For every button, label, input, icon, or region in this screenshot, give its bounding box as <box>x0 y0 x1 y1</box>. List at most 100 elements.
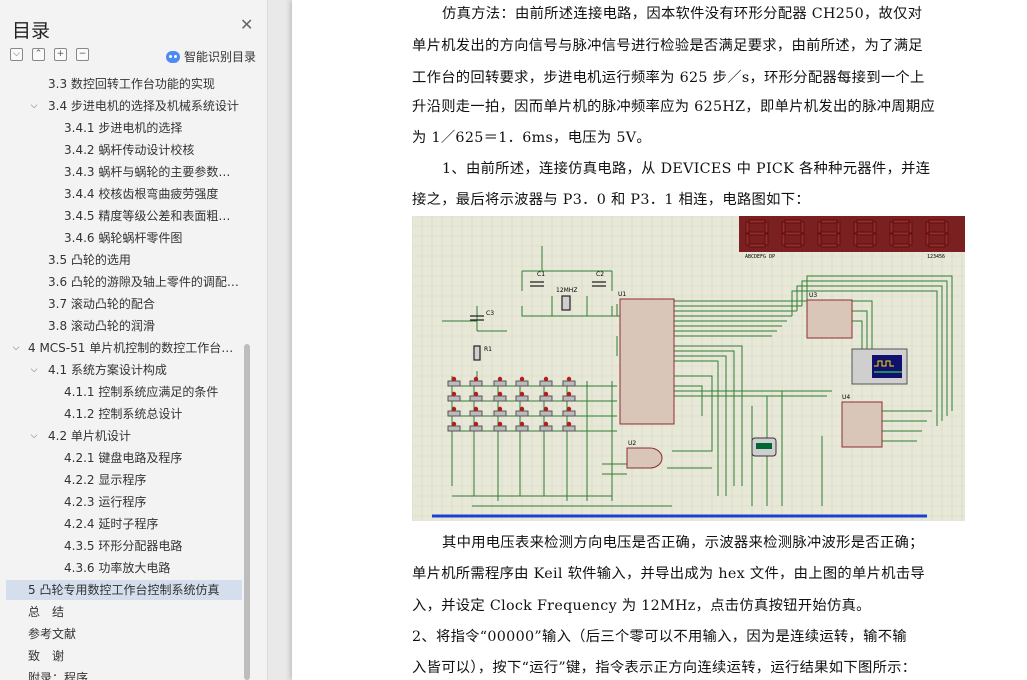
toc-item-label: 3.8 滚动凸轮的润滑 <box>48 319 155 333</box>
toc-item-label: 3.4.4 校核齿根弯曲疲劳强度 <box>64 187 219 201</box>
crystal-label: 12MHZ <box>556 287 577 294</box>
toc-item[interactable]: ⌵ 4.2 单片机设计 <box>6 426 242 446</box>
toc-scrollbar[interactable] <box>244 344 250 680</box>
chevron-down-icon[interactable]: ⌵ <box>28 360 40 380</box>
toc-item-label: 4.1.1 控制系统应满足的条件 <box>64 385 219 399</box>
toc-item[interactable]: 4.1.2 控制系统总设计 <box>6 404 242 424</box>
toc-item-label: 3.6 凸轮的游隙及轴上零件的调配与固定 <box>48 275 242 289</box>
toc-item[interactable]: 3.5 凸轮的选用 <box>6 250 242 270</box>
expand-icon[interactable]: + <box>54 48 67 61</box>
toc-item[interactable]: 5 凸轮专用数控工作台控制系统仿真 <box>6 580 242 600</box>
toc-item[interactable]: ⌵ 4.1 系统方案设计构成 <box>6 360 242 380</box>
toc-item[interactable]: ⌵ 3.4 步进电机的选择及机械系统设计 <box>6 96 242 116</box>
toc-item-label: 4.2.4 延时子程序 <box>64 517 159 531</box>
close-icon[interactable]: ✕ <box>240 17 254 33</box>
toc-item-label: 4.2.3 运行程序 <box>64 495 147 509</box>
collapse-icon[interactable]: − <box>76 48 89 61</box>
toc-item[interactable]: ⌵ 4 MCS-51 单片机控制的数控工作台系统设计 <box>6 338 242 358</box>
collapse-all-icon[interactable]: ⌵ <box>10 48 23 61</box>
document-page: 仿真方法：由前所述连接电路，因本软件没有环形分配器 CH250，故仅对 单片机发… <box>292 0 1027 680</box>
smart-toc-button[interactable]: 智能识别目录 <box>166 48 256 65</box>
toc-item-label: 3.4.5 精度等级公差和表面粗糙度的确定 <box>64 209 242 223</box>
toc-item-label: 4 MCS-51 单片机控制的数控工作台系统设计 <box>28 341 242 355</box>
driver-chip-u4 <box>841 401 883 448</box>
toc-item-label: 4.3.6 功率放大电路 <box>64 561 171 575</box>
toc-item[interactable]: 3.4.2 蜗杆传动设计校核 <box>6 140 242 160</box>
paragraph-line: 其中用电压表来检测方向电压是否正确，示波器来检测脉冲波形是否正确； <box>442 535 924 551</box>
toc-item[interactable]: 附录：程序 <box>6 668 242 680</box>
chevron-down-icon[interactable]: ⌵ <box>10 338 22 358</box>
toc-item[interactable]: 3.6 凸轮的游隙及轴上零件的调配与固定 <box>6 272 242 292</box>
c3-label: C3 <box>486 310 494 317</box>
toc-item[interactable]: 3.4.1 步进电机的选择 <box>6 118 242 138</box>
toc-item[interactable]: 4.3.6 功率放大电路 <box>6 558 242 578</box>
toc-item[interactable]: 3.4.6 蜗轮蜗杆零件图 <box>6 228 242 248</box>
display-pin-label: 123456 <box>927 254 945 260</box>
decoder-chip-u3 <box>806 299 853 339</box>
paragraph-line: 入，并设定 Clock Frequency 为 12MHz，点击仿真按钮开始仿真… <box>412 598 871 614</box>
smart-toc-label: 智能识别目录 <box>184 50 257 64</box>
toc-item-label: 3.4.2 蜗杆传动设计校核 <box>64 143 195 157</box>
toc-item-label: 4.2.2 显示程序 <box>64 473 147 487</box>
toc-item[interactable]: 总 结 <box>6 602 242 622</box>
paragraph-line: 1、由前所述，连接仿真电路，从 DEVICES 中 PICK 各种种元器件，并连 <box>442 161 931 177</box>
toc-sidebar: 目录 ✕ ⌵ ⌃ + − 智能识别目录 3.3 数控回转工作台功能的实现 ⌵ 3.4… <box>0 0 268 680</box>
toc-item[interactable]: 参考文献 <box>6 624 242 644</box>
toc-item-label: 3.4.1 步进电机的选择 <box>64 121 183 135</box>
toc-list: 3.3 数控回转工作台功能的实现 ⌵ 3.4 步进电机的选择及机械系统设计 3.4.1… <box>6 74 262 680</box>
paragraph-line: 接之，最后将示波器与 P3．0 和 P3．1 相连，电路图如下： <box>412 192 810 208</box>
toc-item[interactable]: 3.7 滚动凸轮的配合 <box>6 294 242 314</box>
toc-item-label: 3.4.3 蜗杆与蜗轮的主要参数与几何尺寸 <box>64 165 242 179</box>
ai-icon <box>166 50 180 63</box>
c1-label: C1 <box>537 271 545 278</box>
toc-item-label: 4.1.2 控制系统总设计 <box>64 407 183 421</box>
toc-item[interactable]: 3.8 滚动凸轮的润滑 <box>6 316 242 336</box>
toc-item[interactable]: 4.2.4 延时子程序 <box>6 514 242 534</box>
display-pin-label: ABCDEFG DP <box>745 254 775 260</box>
toc-item-label: 4.1 系统方案设计构成 <box>48 363 167 377</box>
u3-label: U3 <box>809 292 817 299</box>
toc-item[interactable]: 4.2.3 运行程序 <box>6 492 242 512</box>
toc-item[interactable]: 4.3.5 环形分配器电路 <box>6 536 242 556</box>
circuit-diagram: ABCDEFG DP 123456 U1 U3 U4 U2 C1 C2 12MH… <box>412 216 965 521</box>
toc-item-label: 3.5 凸轮的选用 <box>48 253 131 267</box>
c2-label: C2 <box>596 271 604 278</box>
mcu-chip <box>619 298 675 425</box>
toc-item-label: 附录：程序 <box>28 671 89 680</box>
toc-item[interactable]: 3.4.5 精度等级公差和表面粗糙度的确定 <box>6 206 242 226</box>
expand-up-icon[interactable]: ⌃ <box>32 48 45 61</box>
u1-label: U1 <box>618 291 626 298</box>
paragraph-line: 单片机所需程序由 Keil 软件输入，并导出成为 hex 文件，由上图的单片机击… <box>412 566 926 582</box>
toc-item-label: 4.2.1 键盘电路及程序 <box>64 451 183 465</box>
toc-item-label: 致 谢 <box>28 649 65 663</box>
r1-label: R1 <box>484 346 492 353</box>
toc-item-label: 3.3 数控回转工作台功能的实现 <box>48 77 215 91</box>
paragraph-line: 2、将指令“00000”输入（后三个零可以不用输入，因为是连续运转，输不输 <box>412 629 907 645</box>
toc-item-label: 4.2 单片机设计 <box>48 429 131 443</box>
toc-item[interactable]: 3.4.3 蜗杆与蜗轮的主要参数与几何尺寸 <box>6 162 242 182</box>
toc-item[interactable]: 3.3 数控回转工作台功能的实现 <box>6 74 242 94</box>
toc-item-label: 总 结 <box>28 605 65 619</box>
toc-item[interactable]: 致 谢 <box>6 646 242 666</box>
paragraph-line: 为 1／625＝1．6ms，电压为 5V。 <box>412 130 651 146</box>
paragraph-line: 升沿则走一拍，因而单片机的脉冲频率应为 625HZ，即单片机发出的脉冲周期应 <box>412 99 936 115</box>
toc-item[interactable]: 4.2.1 键盘电路及程序 <box>6 448 242 468</box>
toc-item[interactable]: 3.4.4 校核齿根弯曲疲劳强度 <box>6 184 242 204</box>
toc-item-label: 5 凸轮专用数控工作台控制系统仿真 <box>28 583 220 597</box>
toc-item[interactable]: 4.2.2 显示程序 <box>6 470 242 490</box>
toc-title: 目录 <box>12 20 51 42</box>
and-gate-u2 <box>626 447 663 469</box>
toc-item-label: 4.3.5 环形分配器电路 <box>64 539 183 553</box>
toc-toolbar: ⌵ ⌃ + − <box>10 48 89 61</box>
u2-label: U2 <box>628 440 636 447</box>
toc-item-label: 参考文献 <box>28 627 77 641</box>
chevron-down-icon[interactable]: ⌵ <box>28 426 40 446</box>
toc-item-label: 3.4.6 蜗轮蜗杆零件图 <box>64 231 183 245</box>
paragraph-line: 入皆可以），按下“运行”键，指令表示正方向连续运转，运行结果如下图所示： <box>412 660 917 676</box>
paragraph-line: 单片机发出的方向信号与脉冲信号进行检验是否满足要求，由前所述，为了满足 <box>412 38 923 54</box>
chevron-down-icon[interactable]: ⌵ <box>28 96 40 116</box>
paragraph-line: 仿真方法：由前所述连接电路，因本软件没有环形分配器 CH250，故仅对 <box>442 6 923 22</box>
u4-label: U4 <box>842 394 850 401</box>
toc-item[interactable]: 4.1.1 控制系统应满足的条件 <box>6 382 242 402</box>
toc-item-label: 3.4 步进电机的选择及机械系统设计 <box>48 99 239 113</box>
